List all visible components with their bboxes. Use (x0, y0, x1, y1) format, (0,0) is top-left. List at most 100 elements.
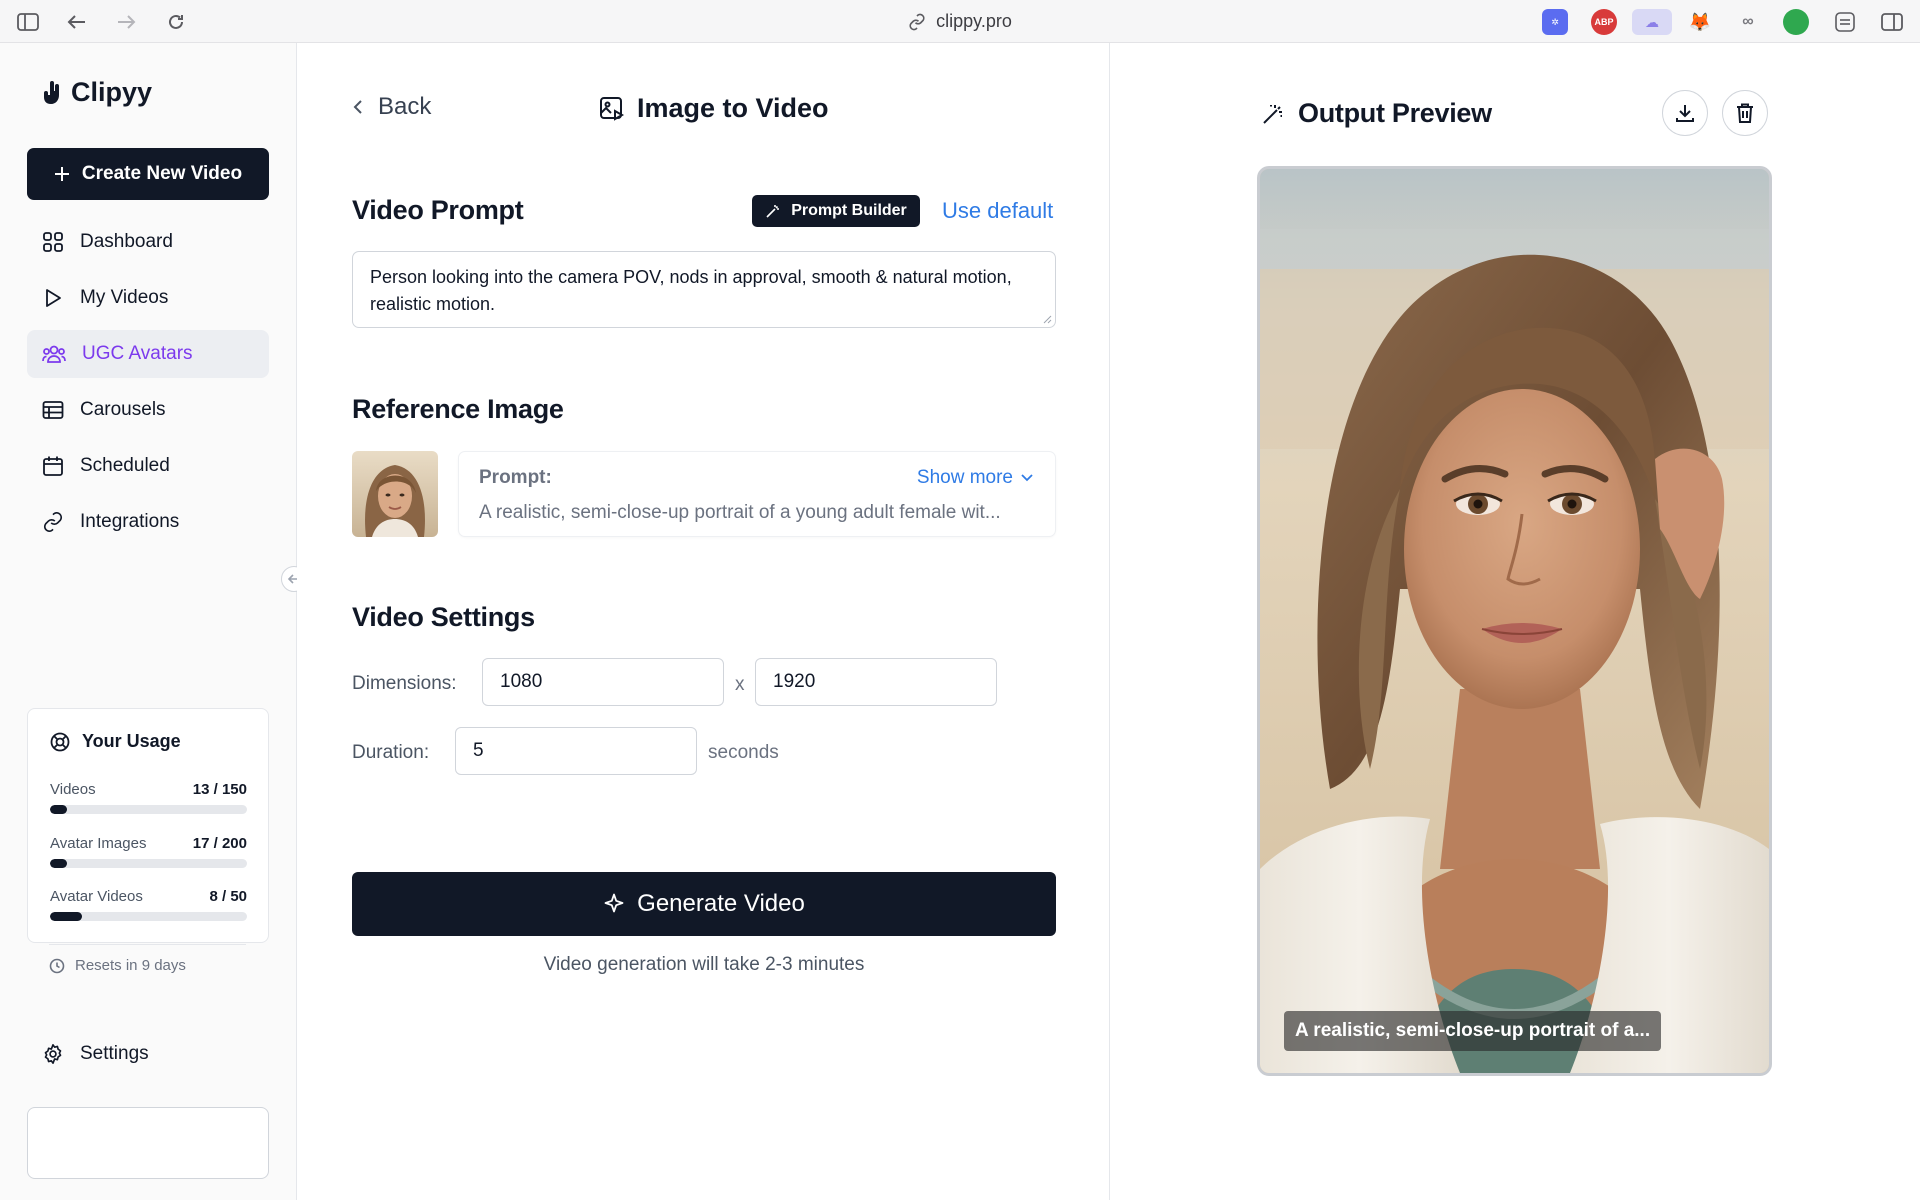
usage-progress-bar (50, 805, 247, 814)
usage-progress-fill (50, 805, 68, 814)
video-settings-title: Video Settings (352, 602, 535, 632)
back-button[interactable]: Back (352, 93, 431, 121)
sidebar-item-dashboard[interactable]: Dashboard (27, 218, 269, 266)
video-prompt-textarea[interactable]: Person looking into the camera POV, nods… (352, 251, 1056, 328)
portrait-image (1260, 169, 1769, 1073)
duration-input[interactable] (455, 727, 697, 775)
page-title-text: Image to Video (637, 93, 829, 123)
output-preview-image[interactable]: A realistic, semi-close-up portrait of a… (1257, 166, 1772, 1076)
usage-label: Avatar Images (50, 835, 147, 852)
generation-note: Video generation will take 2-3 minutes (543, 954, 865, 975)
sidebar-item-label: Integrations (80, 511, 180, 532)
resize-handle-icon[interactable] (1042, 314, 1052, 324)
extension-green-icon[interactable] (1783, 9, 1809, 35)
show-more-label: Show more (916, 467, 1013, 488)
usage-value: 17 / 200 (192, 835, 247, 852)
video-prompt-text: Person looking into the camera POV, nods… (370, 267, 1012, 314)
reference-image-title: Reference Image (352, 394, 564, 424)
sidebar-item-scheduled[interactable]: Scheduled (27, 442, 269, 490)
reload-icon[interactable] (163, 9, 189, 35)
generate-video-button[interactable]: Generate Video (352, 872, 1056, 936)
download-button[interactable] (1662, 90, 1708, 136)
sidebar-nav: Dashboard My Videos UGC Avatars Carousel… (27, 218, 269, 554)
sidebar-item-label: My Videos (80, 287, 169, 308)
usage-card: Your Usage Videos 13 / 150 Avatar Images… (27, 708, 269, 943)
link-icon (909, 13, 925, 30)
usage-value: 13 / 150 (192, 781, 247, 798)
usage-progress-bar (50, 912, 247, 921)
address-bar[interactable]: clippy.pro (908, 11, 1012, 32)
extension-cloud-icon[interactable]: ☁ (1632, 9, 1672, 35)
prompt-builder-label: Prompt Builder (791, 202, 907, 219)
reference-prompt-card: Prompt: Show more A realistic, semi-clos… (458, 451, 1056, 537)
sidebar-item-label: Carousels (80, 399, 166, 420)
page-title: Image to Video (599, 93, 829, 124)
url-text: clippy.pro (936, 11, 1012, 31)
gear-icon (44, 1044, 62, 1064)
delete-button[interactable] (1722, 90, 1768, 136)
download-icon (1676, 105, 1694, 122)
sidebar-item-ugc-avatars[interactable]: UGC Avatars (27, 330, 269, 378)
back-arrow-icon[interactable] (64, 9, 90, 35)
sidebar-item-my-videos[interactable]: My Videos (27, 274, 269, 322)
calendar-icon (43, 456, 63, 476)
usage-reset-text: Resets in 9 days (75, 957, 186, 974)
sidebar: Clipyy Create New Video Dashboard My Vid… (0, 43, 297, 1200)
account-box[interactable] (27, 1107, 269, 1179)
trash-icon (1737, 103, 1753, 123)
grid-icon (43, 232, 63, 252)
output-preview-title: Output Preview (1262, 98, 1492, 129)
show-more-button[interactable]: Show more (917, 467, 1033, 489)
adblock-icon[interactable]: ABP (1591, 9, 1617, 35)
app-logo[interactable]: Clipyy (43, 77, 152, 108)
browser-toolbar: clippy.pro ✲ ABP ☁ 🦊 ∞ (0, 0, 1920, 43)
use-default-link[interactable]: Use default (942, 198, 1053, 224)
logo-text: Clipyy (71, 77, 153, 107)
width-input[interactable] (482, 658, 724, 706)
dimension-separator: x (735, 674, 745, 695)
usage-title-text: Your Usage (82, 731, 181, 751)
reference-image-thumbnail[interactable] (352, 451, 438, 537)
usage-reset: Resets in 9 days (49, 957, 186, 974)
hand-logo-icon (44, 80, 59, 104)
sparkle-icon (604, 893, 624, 913)
settings-label: Settings (80, 1043, 149, 1064)
chevron-left-icon (353, 100, 362, 114)
usage-progress-fill (50, 859, 67, 868)
extension-gear-icon[interactable]: ✲ (1542, 9, 1568, 35)
plus-icon (54, 167, 69, 181)
create-new-video-button[interactable]: Create New Video (27, 148, 269, 200)
output-preview-title-text: Output Preview (1298, 98, 1492, 128)
forward-arrow-icon[interactable] (113, 9, 139, 35)
output-preview-panel: Output Preview A realistic, semi-close-u… (1110, 43, 1920, 1200)
duration-label: Duration: (352, 742, 430, 763)
back-label: Back (378, 93, 432, 120)
sidebar-toggle-icon[interactable] (15, 9, 41, 35)
extension-list-icon[interactable] (1832, 9, 1858, 35)
height-input[interactable] (755, 658, 997, 706)
reference-prompt-text: A realistic, semi-close-up portrait of a… (479, 502, 1001, 523)
main-panel: Back Image to Video Video Prompt Prompt … (297, 43, 1110, 1200)
usage-progress-bar (50, 859, 247, 868)
duration-unit: seconds (708, 742, 779, 763)
sidebar-item-label: UGC Avatars (82, 343, 193, 364)
usage-value: 8 / 50 (209, 888, 247, 905)
sidebar-item-carousels[interactable]: Carousels (27, 386, 269, 434)
sidebar-item-settings[interactable]: Settings (42, 1043, 149, 1065)
chevron-down-icon (1021, 474, 1033, 482)
preview-caption: A realistic, semi-close-up portrait of a… (1284, 1011, 1662, 1051)
usage-title: Your Usage (50, 731, 181, 752)
metamask-icon[interactable]: 🦊 (1687, 9, 1713, 35)
table-icon (42, 401, 64, 419)
lifebuoy-icon (50, 732, 70, 751)
sidebar-item-label: Dashboard (80, 231, 173, 252)
usage-divider (49, 944, 246, 945)
magic-wand-icon (1263, 104, 1282, 124)
extension-glasses-icon[interactable]: ∞ (1735, 9, 1761, 35)
image-video-icon (600, 96, 625, 121)
prompt-builder-button[interactable]: Prompt Builder (752, 195, 920, 227)
split-view-icon[interactable] (1879, 9, 1905, 35)
dimensions-label: Dimensions: (352, 673, 457, 694)
sidebar-item-integrations[interactable]: Integrations (27, 498, 269, 546)
usage-progress-fill (50, 912, 82, 921)
